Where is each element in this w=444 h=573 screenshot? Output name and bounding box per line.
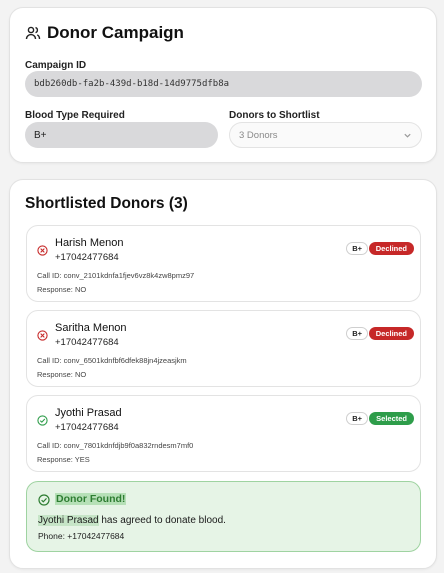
check-circle-icon (38, 494, 50, 506)
selected-check-icon (37, 415, 48, 426)
blood-type-badge: B+ (346, 327, 368, 340)
call-id: Call ID: conv_2101kdnfa1fjev6vz8k4zw8pmz… (37, 271, 195, 280)
users-icon (25, 26, 41, 40)
shortlist-count-label: Donors to Shortlist (229, 110, 320, 121)
blood-type-badge: B+ (346, 412, 368, 425)
donor-phone: +17042477684 (55, 422, 119, 433)
response: Response: NO (37, 370, 87, 379)
donor-name: Harish Menon (55, 237, 124, 249)
donor-card[interactable]: Jyothi Prasad +17042477684 B+ Selected C… (26, 395, 421, 472)
blood-type-field[interactable]: B+ (25, 122, 218, 148)
blood-type-label: Blood Type Required (25, 110, 125, 121)
shortlist-count-select[interactable]: 3 Donors (229, 122, 422, 148)
donor-found-phone: Phone: +17042477684 (38, 531, 125, 541)
response: Response: YES (37, 455, 90, 464)
call-id: Call ID: conv_6501kdnfbf6dfek88jn4jzeasj… (37, 356, 187, 365)
donor-found-message: Jyothi Prasad has agreed to donate blood… (38, 515, 226, 526)
donor-card[interactable]: Harish Menon +17042477684 B+ Declined Ca… (26, 225, 421, 302)
found-donor-name: Jyothi Prasad (38, 515, 99, 526)
response: Response: NO (37, 285, 87, 294)
donor-found-banner: Donor Found! Jyothi Prasad has agreed to… (26, 481, 421, 552)
shortlist-title: Shortlisted Donors (3) (25, 195, 188, 212)
campaign-id-value: bdb260db-fa2b-439d-b18d-14d9775dfb8a (34, 79, 230, 89)
found-message-text: has agreed to donate blood. (98, 515, 226, 526)
campaign-id-field[interactable]: bdb260db-fa2b-439d-b18d-14d9775dfb8a (25, 71, 422, 97)
shortlist-count-value: 3 Donors (239, 129, 278, 141)
donor-card[interactable]: Saritha Menon +17042477684 B+ Declined C… (26, 310, 421, 387)
declined-x-icon (37, 245, 48, 256)
page-title: Donor Campaign (47, 23, 184, 42)
call-id: Call ID: conv_7801kdnfdjb9f0a832rndesm7m… (37, 441, 194, 450)
campaign-id-label: Campaign ID (25, 60, 87, 71)
shortlist-card: Shortlisted Donors (3) Harish Menon +170… (9, 179, 437, 569)
status-badge: Selected (369, 412, 414, 425)
declined-x-icon (37, 330, 48, 341)
donor-name: Jyothi Prasad (55, 407, 122, 419)
blood-type-badge: B+ (346, 242, 368, 255)
status-badge: Declined (368, 327, 414, 340)
donor-name: Saritha Menon (55, 322, 127, 334)
donor-phone: +17042477684 (55, 252, 119, 263)
donor-phone: +17042477684 (55, 337, 119, 348)
campaign-card: Donor Campaign Campaign ID bdb260db-fa2b… (9, 7, 437, 163)
donor-found-heading: Donor Found! (55, 493, 127, 505)
status-badge: Declined (368, 242, 414, 255)
blood-type-value: B+ (34, 129, 47, 141)
campaign-header: Donor Campaign (25, 23, 184, 43)
chevron-down-icon (404, 133, 411, 138)
